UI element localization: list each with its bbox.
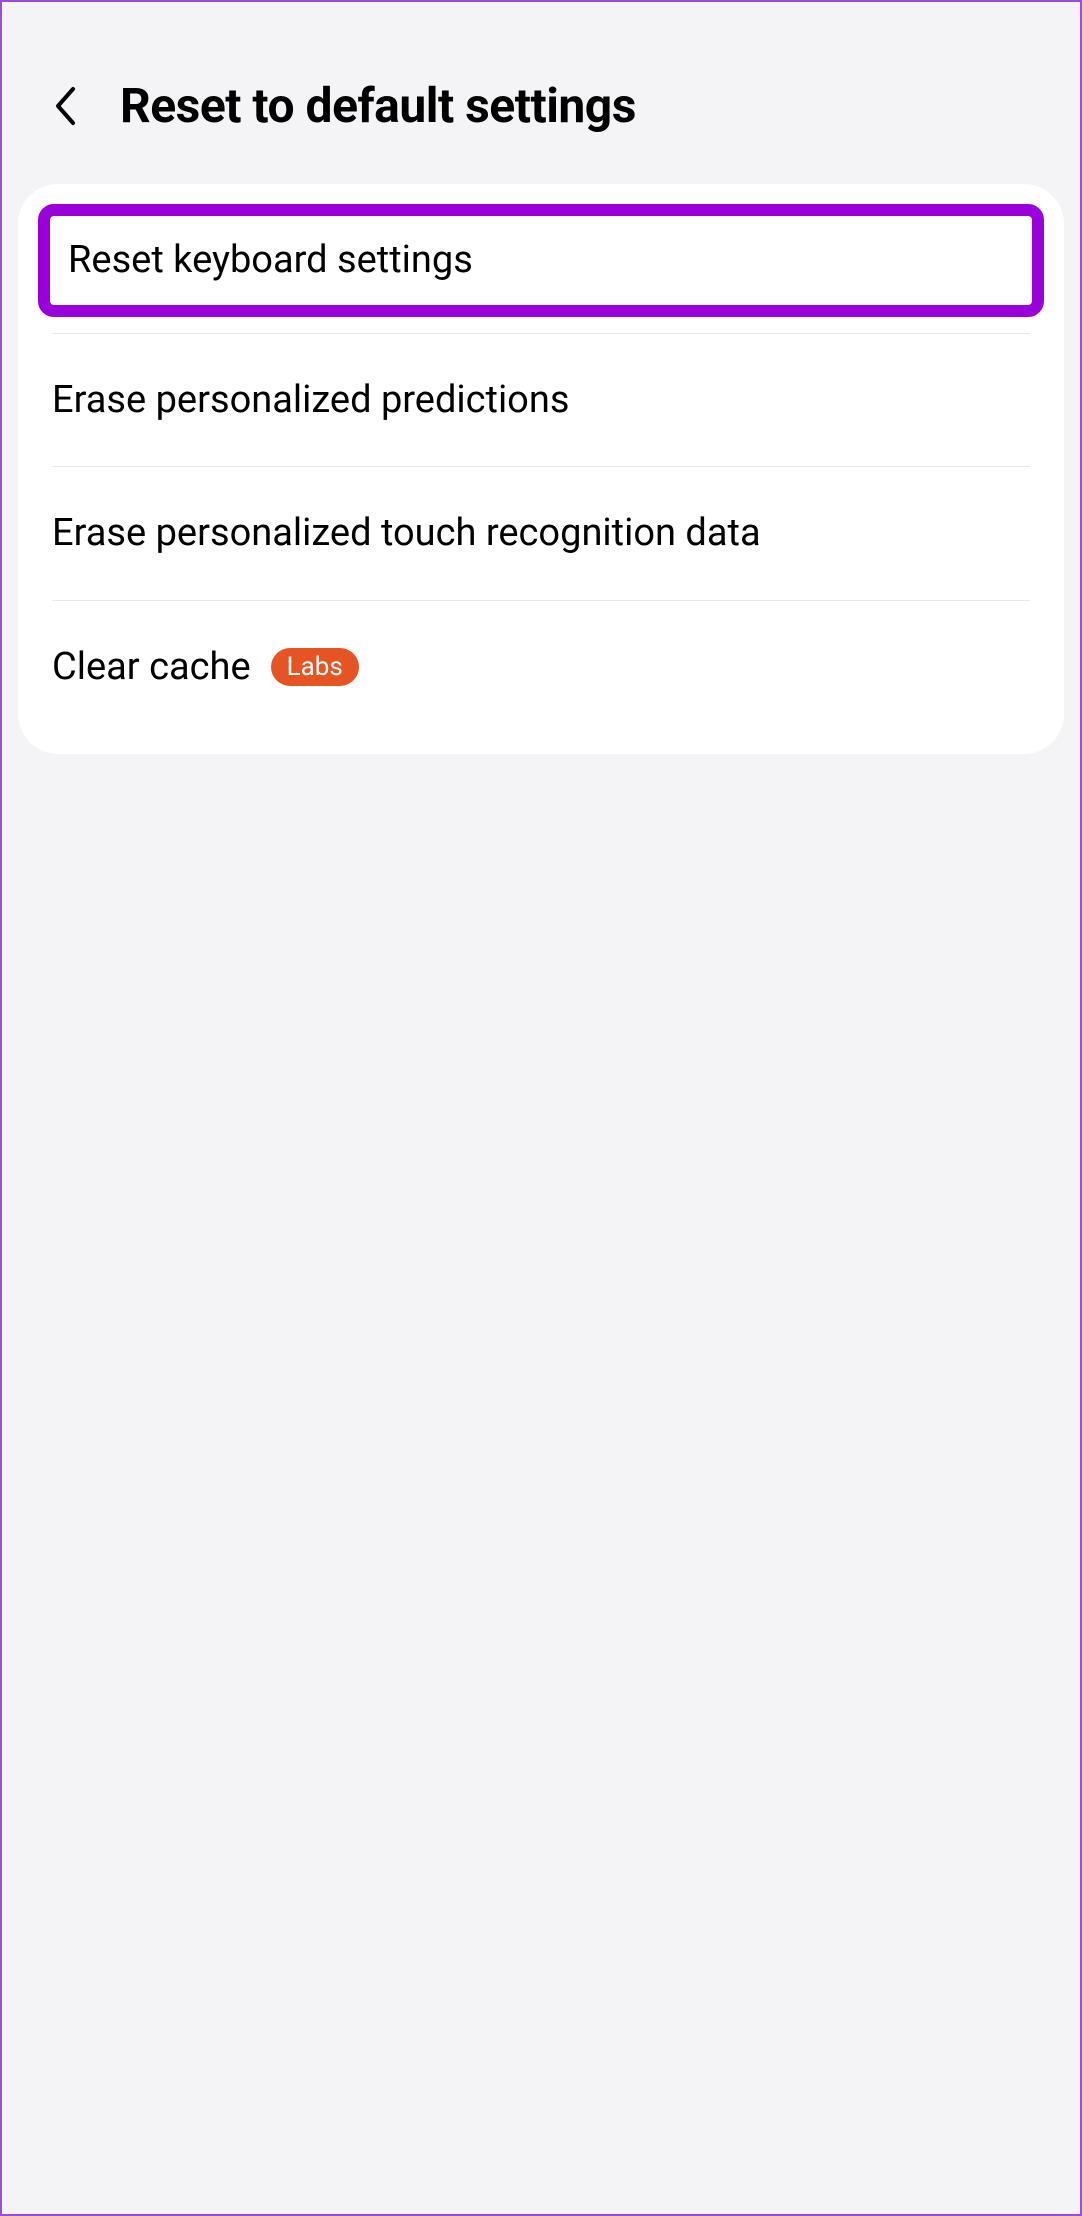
item-label: Erase personalized touch recognition dat… xyxy=(52,509,761,558)
item-label: Reset keyboard settings xyxy=(68,238,473,282)
settings-card: Reset keyboard settings Erase personaliz… xyxy=(18,184,1064,754)
erase-predictions-item[interactable]: Erase personalized predictions xyxy=(18,334,1064,467)
back-icon[interactable] xyxy=(50,81,80,131)
clear-cache-item[interactable]: Clear cache Labs xyxy=(18,601,1064,734)
item-label: Clear cache xyxy=(52,643,251,692)
header: Reset to default settings xyxy=(2,2,1080,184)
erase-touch-recognition-item[interactable]: Erase personalized touch recognition dat… xyxy=(18,467,1064,600)
page-title: Reset to default settings xyxy=(120,77,636,134)
labs-badge: Labs xyxy=(271,648,359,686)
reset-keyboard-settings-item[interactable]: Reset keyboard settings xyxy=(38,204,1044,317)
item-label: Erase personalized predictions xyxy=(52,376,569,425)
